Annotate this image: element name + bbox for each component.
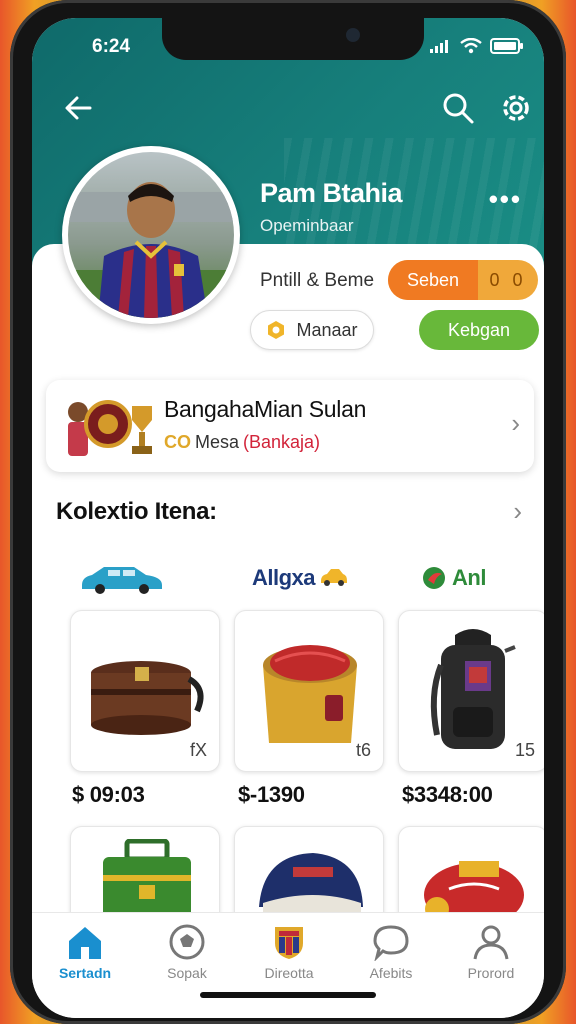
bird-icon — [423, 567, 445, 589]
item-price: $ 09:03 — [72, 782, 145, 807]
nav-label: Sopak — [167, 965, 207, 981]
item-count: t6 — [355, 740, 371, 760]
collection-item-ball-box[interactable]: t6 — [234, 610, 384, 772]
nav-label: Direotta — [264, 965, 314, 981]
chat-icon — [373, 925, 409, 961]
nav-label: Sertadn — [58, 965, 112, 981]
avatar-photo — [68, 152, 234, 318]
home-indicator[interactable] — [200, 992, 376, 998]
currency-pill-label: Seben — [388, 260, 478, 300]
category-anl[interactable]: Anl — [420, 558, 486, 598]
more-options-icon[interactable]: ••• — [489, 184, 522, 215]
achievement-sub-text: Mesa — [195, 432, 240, 452]
phone-frame: 6:24 Pam Btahia Opeminbaar ••• Pntill & … — [10, 0, 566, 1024]
avatar[interactable] — [62, 146, 240, 324]
profile-icon — [473, 925, 509, 960]
wifi-icon — [460, 38, 482, 54]
hexagon-badge-icon — [268, 321, 285, 339]
search-icon[interactable] — [440, 90, 476, 126]
collection-item-chest[interactable]: fX — [70, 610, 220, 772]
nav-label: Prorord — [467, 965, 515, 981]
status-time: 6:24 — [92, 36, 131, 57]
item-price: $3348:00 — [402, 782, 493, 807]
ball-box-icon — [263, 645, 357, 743]
profile-name: Pam Btahia — [260, 178, 403, 208]
collection-title: Kolextio Itena: — [56, 498, 217, 525]
home-icon — [69, 927, 101, 959]
profile-subtitle: Opeminbaar — [260, 216, 354, 235]
achievement-subtitle: CO Mesa (Bankaja) — [164, 432, 320, 453]
achievement-highlight: (Bankaja) — [243, 432, 321, 452]
soccer-ball-icon — [169, 924, 205, 960]
signal-icon — [430, 40, 448, 53]
bottom-navigation: Sertadn Sopak Direotta Afebits Prorord — [32, 912, 544, 1018]
currency-pill[interactable]: Seben 0 0 — [388, 260, 538, 300]
car-icon — [82, 567, 162, 594]
notch — [162, 18, 424, 60]
currency-pill-value: 0 0 — [489, 269, 527, 290]
battery-icon — [490, 38, 523, 54]
category-allgxa[interactable]: Allgxa — [252, 558, 349, 598]
status-icons — [430, 38, 524, 54]
nav-item-sopak[interactable]: Sopak — [142, 923, 232, 993]
achievement-card[interactable]: BangahaMian Sulan CO Mesa (Bankaja) › — [46, 380, 534, 472]
nav-item-home[interactable]: Sertadn — [40, 923, 130, 993]
nav-label: Afebits — [369, 965, 413, 981]
collection-item-backpack[interactable]: 15 — [398, 610, 544, 772]
club-crest-icon — [275, 927, 303, 959]
nav-item-afebits[interactable]: Afebits — [346, 923, 436, 993]
achievement-title: BangahaMian Sulan — [164, 396, 367, 422]
category-label: Allgxa — [252, 565, 316, 590]
back-arrow-icon[interactable] — [60, 90, 96, 126]
player-figure-icon — [68, 182, 234, 318]
item-count: fX — [189, 740, 207, 760]
stat-label: Pntill & Beme — [260, 270, 375, 291]
manage-button[interactable]: Manaar — [250, 310, 374, 350]
backpack-icon — [430, 629, 516, 749]
category-label: Anl — [452, 565, 486, 590]
treasure-chest-icon — [91, 661, 204, 735]
collection-chevron-right-icon[interactable]: › — [513, 496, 522, 527]
primary-action-button[interactable]: Kebgan — [419, 310, 539, 350]
app-screen: 6:24 Pam Btahia Opeminbaar ••• Pntill & … — [32, 18, 544, 1018]
car-icon — [321, 569, 348, 586]
chevron-right-icon: › — [511, 408, 520, 438]
gear-icon[interactable] — [498, 90, 534, 126]
trophy-illustration-icon — [68, 400, 152, 456]
coin-icons: CO — [164, 432, 191, 452]
nav-item-prorord[interactable]: Prorord — [446, 923, 536, 993]
item-price: $-1390 — [238, 782, 305, 807]
item-count: 15 — [514, 740, 535, 760]
category-cars[interactable] — [78, 558, 166, 598]
nav-item-direotta[interactable]: Direotta — [244, 923, 334, 993]
manage-button-label: Manaar — [296, 319, 358, 340]
